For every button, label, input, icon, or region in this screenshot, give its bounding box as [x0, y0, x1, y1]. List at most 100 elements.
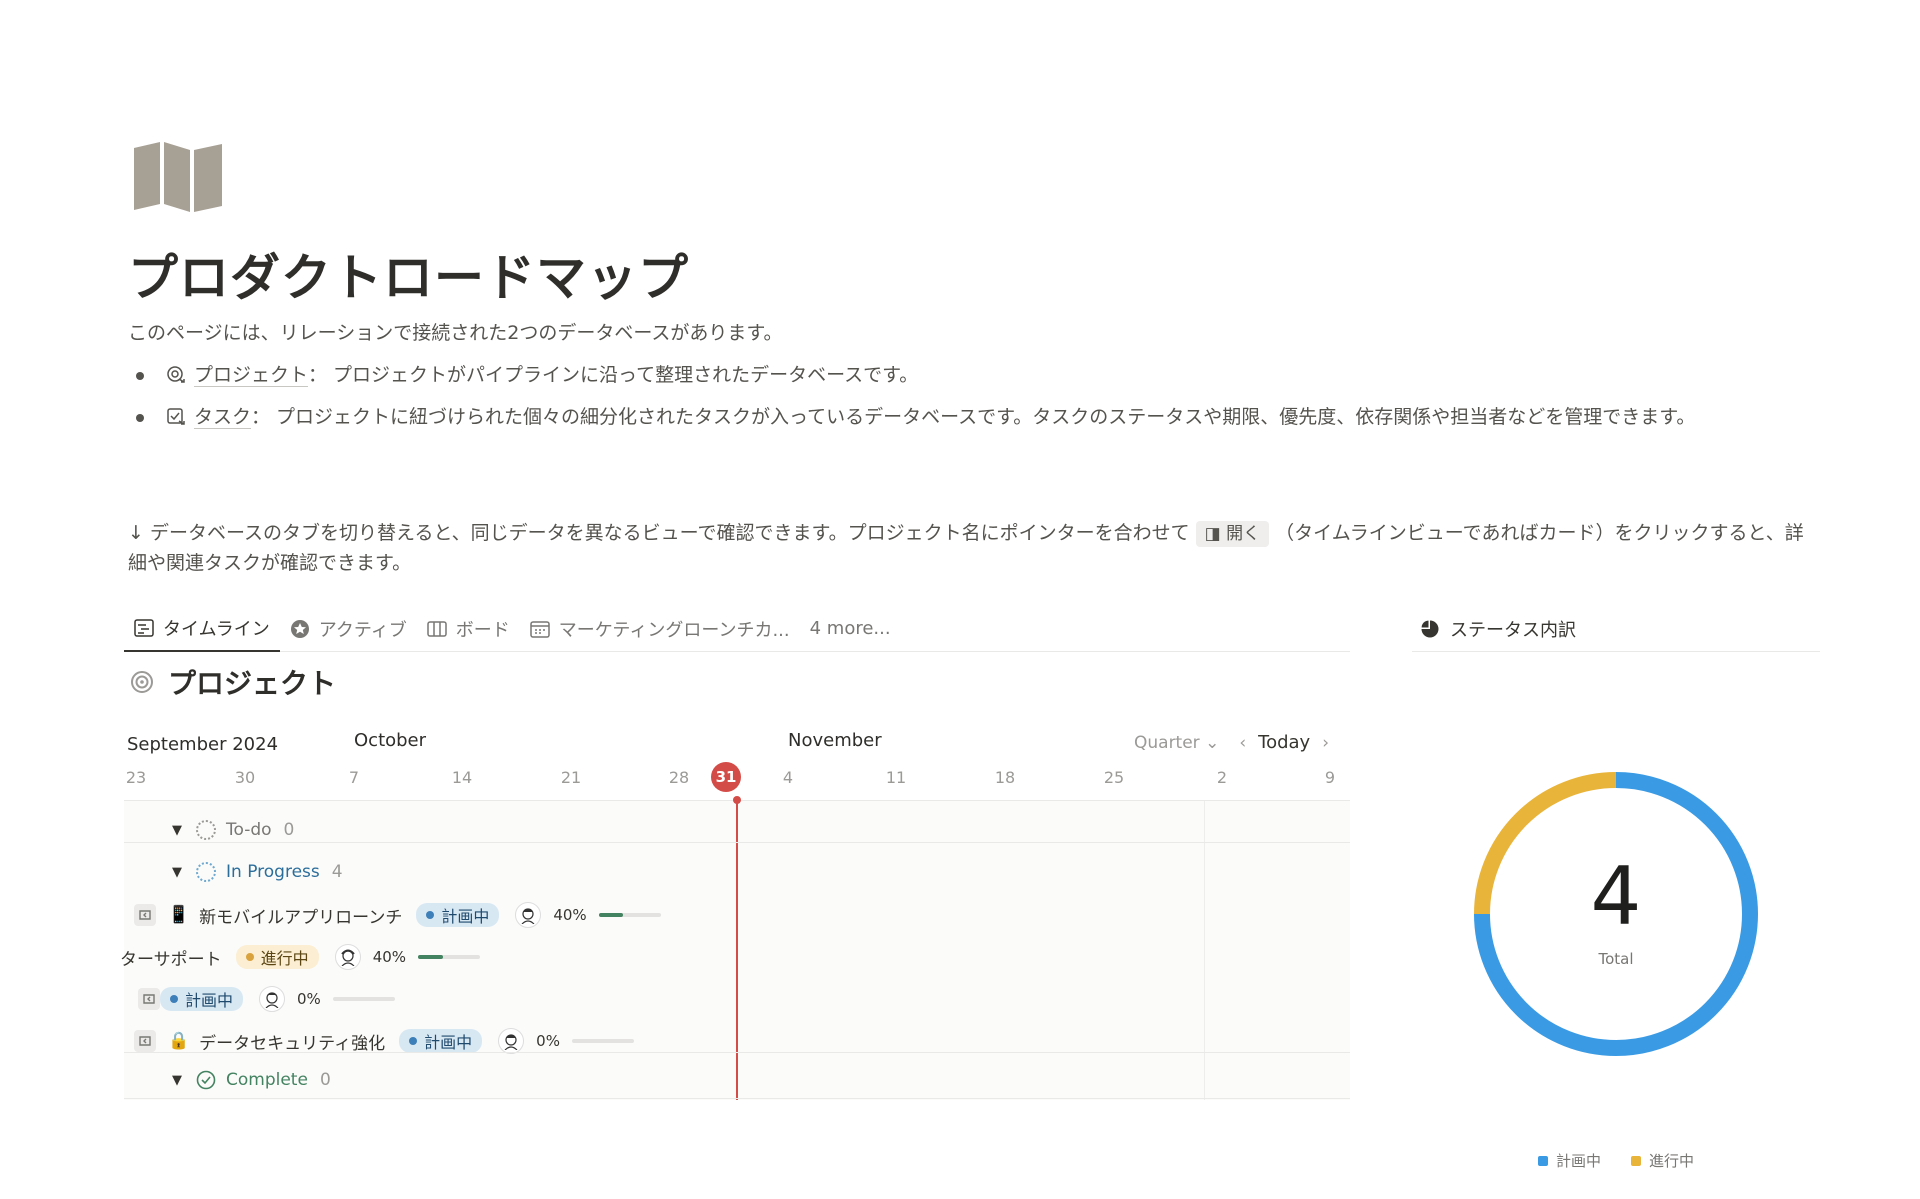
chevron-left-icon[interactable]: ‹ [1239, 733, 1246, 753]
projects-db-link[interactable]: プロジェクト [194, 364, 309, 387]
hint-text: ↓ データベースのタブを切り替えると、同じデータを異なるビューで確認できます。プ… [128, 518, 1818, 578]
tasks-db-link[interactable]: タスク [194, 406, 252, 429]
day-label: 7 [348, 768, 360, 787]
chevron-down-icon: ⌄ [1205, 732, 1220, 753]
legend-swatch [1631, 1155, 1642, 1166]
today-badge: 31 [711, 762, 741, 792]
pie-chart-icon [1421, 620, 1439, 637]
legend-swatch [1538, 1155, 1548, 1166]
day-label: 23 [125, 768, 147, 787]
timeline-card-offscreen[interactable]: 計画中 0% [138, 986, 395, 1012]
progress-percent: 40% [553, 906, 587, 924]
item-name: データセキュリティ強化 [199, 1033, 386, 1054]
day-label: 28 [668, 768, 690, 787]
open-button-example: ◨ 開く [1195, 521, 1270, 547]
avatar [515, 902, 542, 928]
chart-legend: 計画中 進行中 [1538, 1150, 1724, 1171]
in-progress-status-icon [196, 862, 216, 882]
tab-label: マーケティングローンチカ... [558, 619, 790, 641]
check-circle-icon [196, 1070, 216, 1090]
day-label: 21 [560, 768, 582, 787]
chevron-right-icon[interactable]: › [1322, 733, 1329, 753]
bullet-projects-text: ： プロジェクトがパイプラインに沿って整理されたデータベースです。 [308, 364, 919, 386]
intro-text: このページには、リレーションで接続された2つのデータベースがあります。 [128, 322, 783, 344]
month-divider [1204, 800, 1205, 1100]
progress-percent: 40% [372, 948, 407, 966]
day-label: 9 [1324, 768, 1336, 787]
day-label: 18 [994, 768, 1016, 787]
database-title[interactable]: プロジェクト [130, 662, 336, 702]
group-divider [124, 842, 1350, 843]
month-label-november: November [788, 730, 882, 751]
item-name: 新モバイルアプリローンチ [199, 907, 403, 928]
group-count: 0 [283, 820, 295, 840]
timeline-controls: Quarter ⌄ ‹ Today › [1134, 732, 1329, 753]
item-name: ターサポート [120, 949, 222, 970]
day-label: 25 [1103, 768, 1125, 787]
checkbox-link-icon [167, 408, 185, 425]
range-label: Quarter [1134, 732, 1200, 753]
progress-bar [332, 997, 395, 1001]
progress-bar [571, 1039, 634, 1043]
collapse-triangle-icon[interactable]: ▼ [172, 1073, 182, 1088]
todo-status-icon [196, 820, 216, 840]
timeline-card-data-security[interactable]: 🔒 データセキュリティ強化 計画中 0% [134, 1028, 634, 1054]
group-divider [124, 1052, 1350, 1053]
donut-total-value: 4 [1590, 850, 1642, 943]
legend-item-planning[interactable]: 計画中 [1538, 1150, 1601, 1171]
tabs-more-button[interactable]: 4 more... [800, 618, 901, 639]
progress-fill [598, 913, 624, 917]
tab-label: タイムライン [163, 618, 270, 640]
tab-timeline[interactable]: タイムライン [124, 606, 280, 652]
day-label: 14 [451, 768, 473, 787]
status-breakdown-header[interactable]: ステータス内訳 [1412, 606, 1820, 652]
status-badge: 計画中 [416, 903, 500, 927]
day-label: 2 [1216, 768, 1228, 787]
bullet-tasks-text: ： プロジェクトに紐づけられた個々の細分化されたタスクが入っているデータベースで… [251, 406, 1696, 428]
month-label-october: October [354, 730, 427, 751]
collapse-triangle-icon[interactable]: ▼ [172, 865, 182, 880]
bullet-dot [136, 372, 144, 380]
status-badge: 進行中 [235, 945, 319, 969]
group-complete[interactable]: ▼ Complete 0 [172, 1070, 331, 1090]
group-in-progress[interactable]: ▼ In Progress 4 [172, 862, 343, 882]
group-divider [124, 1098, 1350, 1099]
status-breakdown-title: ステータス内訳 [1450, 619, 1576, 641]
page-title: プロダクトロードマップ [128, 249, 689, 307]
day-label: 4 [782, 768, 794, 787]
progress-percent: 0% [536, 1032, 560, 1050]
legend-label: 計画中 [1556, 1152, 1602, 1170]
timeline-card-customer-support[interactable]: ターサポート 進行中 40% [120, 944, 481, 970]
calendar-icon [530, 620, 550, 638]
open-side-peek-icon[interactable] [134, 1030, 156, 1052]
view-tabs: タイムライン アクティブ ボード マーケティングローンチカ... 4 more.… [124, 606, 1350, 652]
target-icon [131, 671, 153, 693]
group-label: Complete [226, 1070, 308, 1090]
timeline-card-mobile-app[interactable]: 📱 新モバイルアプリローンチ 計画中 40% [134, 902, 661, 928]
mobile-phone-icon: 📱 [168, 905, 190, 925]
day-label: 30 [234, 768, 256, 787]
group-todo[interactable]: ▼ To-do 0 [172, 820, 294, 840]
donut-total-label: Total [1598, 950, 1634, 968]
avatar [498, 1028, 525, 1054]
today-button[interactable]: Today [1258, 732, 1310, 753]
tab-marketing-calendar[interactable]: マーケティングローンチカ... [520, 606, 800, 652]
tab-label: アクティブ [318, 619, 407, 641]
hint-before: ↓ データベースのタブを切り替えると、同じデータを異なるビューで確認できます。プ… [128, 522, 1190, 544]
today-line [736, 800, 738, 1100]
board-icon [427, 620, 447, 637]
open-side-peek-icon[interactable] [138, 988, 160, 1010]
tab-active[interactable]: アクティブ [280, 606, 417, 652]
tab-label: ボード [455, 619, 510, 641]
status-badge: 計画中 [160, 987, 244, 1011]
range-select[interactable]: Quarter ⌄ [1134, 733, 1219, 753]
tab-board[interactable]: ボード [417, 606, 520, 652]
collapse-triangle-icon[interactable]: ▼ [172, 823, 182, 838]
timeline-view: September 2024 October November 23 30 7 … [120, 720, 1350, 1100]
month-label-september: September 2024 [127, 734, 279, 755]
timeline-icon [134, 618, 154, 637]
open-side-peek-icon[interactable] [134, 904, 156, 926]
legend-item-in-progress[interactable]: 進行中 [1631, 1150, 1694, 1171]
day-label: 11 [885, 768, 907, 787]
star-icon [290, 619, 309, 638]
